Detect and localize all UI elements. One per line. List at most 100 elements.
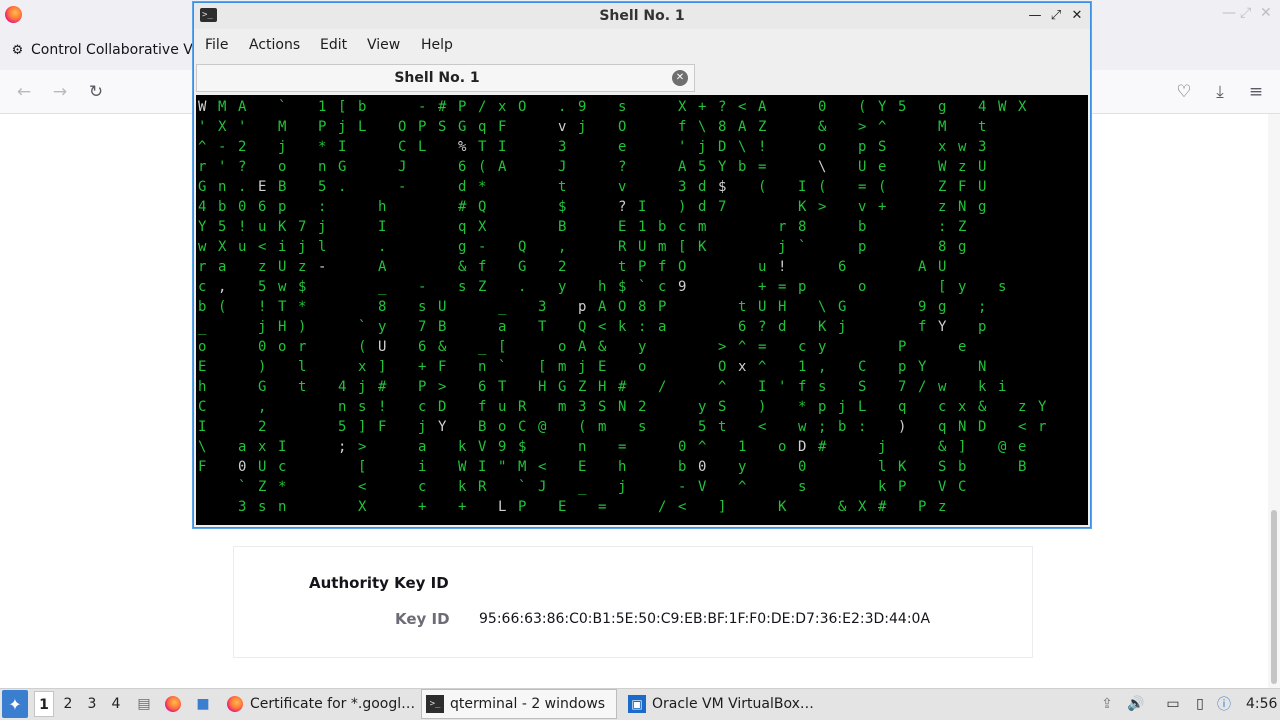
terminal-glyph: b [858,219,866,235]
terminal-glyph: A [758,99,767,115]
terminal-glyph: p [978,319,986,335]
terminal-glyph: I [798,179,806,195]
terminal-glyph: z [298,259,306,275]
close-icon[interactable]: ✕ [1260,5,1272,21]
terminal-glyph: L [358,119,366,135]
terminal-glyph: p [818,399,826,415]
close-icon[interactable]: ✕ [1068,6,1086,24]
terminal-glyph: 0 [678,439,686,455]
terminal-glyph: c [278,459,286,475]
terminal-glyph: ; [978,299,986,315]
terminal-glyph: G [518,259,526,275]
terminal-glyph: j [838,319,846,335]
terminal-glyph: ? [758,319,766,335]
terminal-glyph: M [938,119,946,135]
reload-icon[interactable]: ↻ [84,80,108,104]
terminal-glyph: O [718,359,726,375]
terminal-glyph: 7 [298,219,306,235]
browser-tab[interactable]: ⚙ Control Collaborative Vi [0,34,197,66]
terminal-glyph: z [1018,399,1026,415]
upload-icon[interactable]: ⇪ [1097,694,1117,714]
menu-icon[interactable]: ≡ [1244,80,1268,104]
menu-help[interactable]: Help [421,37,453,53]
desktop-icon[interactable]: ■ [193,694,213,714]
terminal-glyph: o [638,359,646,375]
task-qterminal[interactable]: >_ qterminal - 2 windows [421,689,617,719]
terminal-glyph: ? [718,99,726,115]
terminal-glyph: 3 [678,179,686,195]
terminal-glyph: i [278,239,286,255]
forward-icon[interactable]: → [48,80,72,104]
firefox-launcher-icon[interactable] [163,694,183,714]
task-firefox[interactable]: Certificate for *.googl… [222,689,418,719]
minimize-icon[interactable]: — [1026,6,1044,24]
file-manager-icon[interactable]: ▤ [134,694,154,714]
terminal-glyph: * [798,399,806,415]
back-icon[interactable]: ← [12,80,36,104]
terminal-glyph: b [738,159,746,175]
window-title: Shell No. 1 [599,8,685,24]
key-id-label: Key ID [395,610,450,628]
terminal-glyph: o [498,419,506,435]
terminal-glyph: b [838,419,846,435]
terminal-screen[interactable]: W M A ` 1[b - # P / x O. 9 s X +? < A 0(Y 5 g 4 W X ' X ' M Pj L O P S G… [196,95,1088,525]
terminal-glyph: G [338,159,346,175]
notification-icon[interactable]: ⓘ [1214,694,1234,714]
scrollbar[interactable] [1268,114,1280,688]
terminal-glyph: u [498,399,506,415]
terminal-glyph: g [458,239,466,255]
terminal-glyph: W [458,459,467,475]
terminal-glyph: j [318,219,326,235]
terminal-glyph: 3 [538,299,546,315]
start-menu-icon[interactable]: ✦ [2,690,28,718]
terminal-glyph: & [838,499,847,515]
terminal-glyph: c [678,219,686,235]
terminal-glyph: + [458,499,466,515]
pocket-icon[interactable]: ♡ [1172,80,1196,104]
terminal-glyph: G [838,299,846,315]
maximize-icon[interactable]: ⤢ [1240,5,1251,21]
volume-icon[interactable]: 🔊 [1126,694,1146,714]
terminal-glyph: I [338,139,346,155]
workspace-1[interactable]: 1 [34,691,54,717]
terminal-titlebar[interactable]: >_ Shell No. 1 — ⤢ ✕ [194,3,1090,29]
terminal-glyph: k [978,379,987,395]
terminal-glyph: S [438,119,446,135]
terminal-glyph: 2 [558,259,566,275]
terminal-glyph: 6 [418,339,426,355]
terminal-glyph: 5 [318,179,326,195]
menu-actions[interactable]: Actions [249,37,300,53]
clipboard-icon[interactable]: ▯ [1190,694,1210,714]
terminal-glyph: ? [618,199,626,215]
workspace-4[interactable]: 4 [106,696,126,712]
terminal-glyph: N [958,419,966,435]
close-tab-icon[interactable]: ✕ [672,70,688,86]
workspace-3[interactable]: 3 [82,696,102,712]
terminal-glyph: x [958,399,966,415]
terminal-glyph: 1 [318,99,326,115]
terminal-glyph: $ [518,439,526,455]
terminal-glyph: ( [218,299,226,315]
task-virtualbox[interactable]: ▣ Oracle VM VirtualBox… [624,689,820,719]
maximize-icon[interactable]: ⤢ [1047,6,1065,24]
terminal-glyph: X [478,219,487,235]
workspace-2[interactable]: 2 [58,696,78,712]
menu-file[interactable]: File [205,37,228,53]
terminal-glyph: # [378,379,387,395]
scrollbar-thumb[interactable] [1271,510,1277,684]
terminal-glyph: U [438,299,446,315]
terminal-glyph: n [278,499,286,515]
terminal-glyph: r [778,219,786,235]
terminal-tab[interactable]: Shell No. 1 ✕ [196,64,695,92]
terminal-glyph: N [978,359,986,375]
menu-view[interactable]: View [367,37,400,53]
menu-edit[interactable]: Edit [320,37,347,53]
terminal-glyph: t [558,179,566,195]
terminal-glyph: A [498,159,507,175]
minimize-icon[interactable]: — [1222,5,1236,21]
terminal-glyph: j [338,119,346,135]
key-id-value: 95:66:63:86:C0:B1:5E:50:C9:EB:BF:1F:F0:D… [479,611,931,627]
download-icon[interactable]: ⤓ [1208,80,1232,104]
terminal-glyph: ^ [698,439,706,455]
network-icon[interactable]: ▭ [1163,694,1183,714]
